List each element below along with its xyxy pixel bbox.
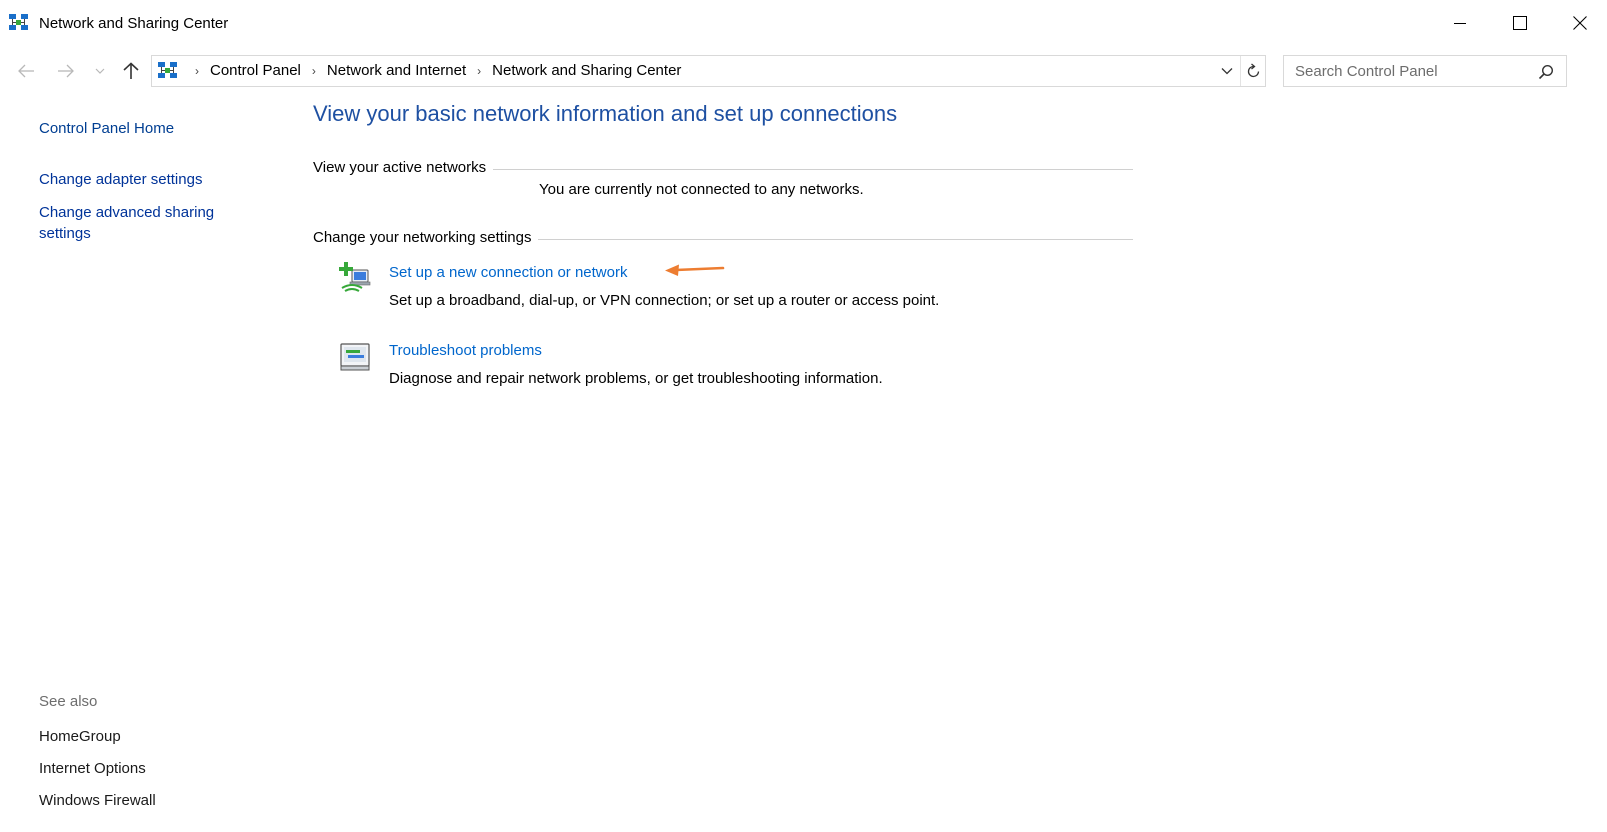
network-status-text: You are currently not connected to any n…	[539, 181, 864, 198]
address-bar[interactable]: › Control Panel › Network and Internet ›…	[151, 55, 1266, 87]
arrow-up-icon	[123, 62, 139, 79]
title-bar: Network and Sharing Center	[0, 0, 1607, 48]
network-center-icon	[158, 62, 178, 80]
set-up-new-connection-description: Set up a broadband, dial-up, or VPN conn…	[389, 292, 940, 309]
active-networks-heading: View your active networks	[313, 159, 487, 176]
maximize-button[interactable]	[1490, 0, 1550, 46]
networking-settings-heading: Change your networking settings	[313, 229, 532, 246]
windows-firewall-link[interactable]: Windows Firewall	[39, 790, 156, 811]
homegroup-link[interactable]: HomeGroup	[39, 726, 121, 747]
section-divider	[493, 168, 1133, 170]
troubleshoot-problems-link[interactable]: Troubleshoot problems	[389, 342, 542, 359]
set-up-new-connection-link[interactable]: Set up a new connection or network	[389, 264, 627, 281]
network-center-icon	[9, 14, 29, 32]
control-panel-home-link[interactable]: Control Panel Home	[39, 118, 174, 139]
breadcrumb: › Control Panel › Network and Internet ›…	[186, 62, 683, 79]
new-connection-icon[interactable]	[338, 262, 372, 296]
back-button[interactable]	[14, 60, 38, 82]
troubleshoot-problems-description: Diagnose and repair network problems, or…	[389, 370, 883, 387]
page-title: View your basic network information and …	[313, 101, 898, 126]
up-button[interactable]	[120, 60, 142, 82]
change-advanced-sharing-settings-link[interactable]: Change advanced sharing settings	[39, 202, 249, 244]
breadcrumb-network-and-sharing-center[interactable]: Network and Sharing Center	[490, 62, 683, 79]
breadcrumb-separator-icon[interactable]: ›	[303, 64, 325, 78]
window-title: Network and Sharing Center	[39, 15, 229, 32]
networking-settings-section-heading: Change your networking settings	[313, 229, 1133, 246]
section-divider	[538, 238, 1133, 240]
search-box[interactable]	[1283, 55, 1567, 87]
chevron-down-icon	[95, 68, 105, 74]
refresh-icon	[1247, 63, 1259, 78]
arrow-left-icon	[18, 64, 34, 78]
troubleshoot-icon[interactable]	[338, 340, 372, 374]
address-history-button[interactable]	[1214, 56, 1240, 86]
breadcrumb-separator-icon[interactable]: ›	[186, 64, 208, 78]
internet-options-link[interactable]: Internet Options	[39, 758, 146, 779]
active-networks-section-heading: View your active networks	[313, 159, 1133, 176]
chevron-down-icon	[1221, 68, 1233, 75]
search-input[interactable]	[1295, 61, 1525, 81]
search-icon[interactable]	[1536, 62, 1556, 82]
annotation-arrow-icon	[665, 264, 725, 276]
recent-locations-button[interactable]	[92, 60, 108, 82]
minimize-button[interactable]	[1430, 0, 1490, 46]
breadcrumb-separator-icon[interactable]: ›	[468, 64, 490, 78]
forward-button[interactable]	[54, 60, 78, 82]
see-also-heading: See also	[39, 693, 98, 710]
breadcrumb-network-and-internet[interactable]: Network and Internet	[325, 62, 468, 79]
breadcrumb-control-panel[interactable]: Control Panel	[208, 62, 303, 79]
change-adapter-settings-link[interactable]: Change adapter settings	[39, 169, 202, 190]
close-button[interactable]	[1550, 0, 1607, 46]
arrow-right-icon	[58, 64, 74, 78]
refresh-button[interactable]	[1240, 56, 1266, 86]
